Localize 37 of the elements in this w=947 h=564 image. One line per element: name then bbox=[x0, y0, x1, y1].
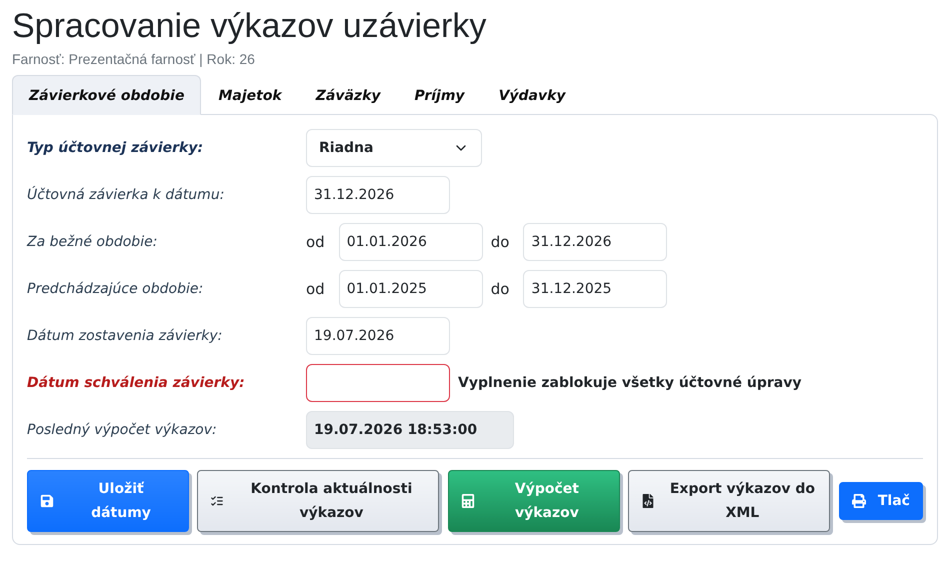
to-label: do bbox=[490, 233, 510, 251]
code-file-icon bbox=[641, 494, 656, 508]
action-button[interactable]: Uložiť dátumy bbox=[27, 470, 189, 532]
readonly-field: 19.07.2026 18:53:00 bbox=[306, 411, 514, 449]
warning-note: Vyplnenie zablokuje všetky účtovné úpravy bbox=[458, 375, 802, 391]
field-label: Posledný výpočet výkazov: bbox=[27, 422, 218, 438]
action-button[interactable]: Kontrola aktuálnosti výkazov bbox=[197, 470, 440, 532]
action-button[interactable]: Tlač bbox=[838, 482, 923, 520]
date-field[interactable] bbox=[306, 364, 450, 402]
field-label: Typ účtovnej závierky: bbox=[27, 140, 204, 156]
action-button[interactable]: Export výkazov do XML bbox=[628, 470, 830, 532]
date-field[interactable]: 19.07.2026 bbox=[306, 317, 450, 355]
field-label: Účtovná závierka k dátumu: bbox=[27, 187, 226, 203]
tab[interactable]: Výdavky bbox=[482, 75, 583, 115]
page-subtitle: Farnosť: Prezentačná farnosť | Rok: 26 bbox=[12, 51, 256, 67]
field-label: Dátum zostavenia závierky: bbox=[27, 328, 224, 344]
tab[interactable]: Majetok bbox=[201, 75, 299, 115]
calculator-icon bbox=[460, 494, 475, 508]
from-label: od bbox=[306, 280, 325, 298]
tab[interactable]: Závierkové obdobie bbox=[12, 75, 202, 115]
tab[interactable]: Záväzky bbox=[298, 75, 398, 115]
type-select[interactable]: Riadna bbox=[306, 129, 482, 167]
date-field[interactable]: 01.01.2025 bbox=[338, 270, 483, 308]
date-field[interactable]: 31.12.2026 bbox=[523, 223, 668, 261]
printer-icon bbox=[852, 494, 866, 508]
field-label: Za bežné obdobie: bbox=[27, 234, 158, 250]
date-field[interactable]: 31.12.2026 bbox=[306, 176, 450, 214]
from-label: od bbox=[306, 233, 325, 251]
field-label: Dátum schválenia závierky: bbox=[27, 375, 246, 391]
checklist-icon bbox=[210, 494, 224, 508]
field-label: Predchádzajúce obdobie: bbox=[27, 281, 204, 297]
date-field[interactable]: 31.12.2025 bbox=[523, 270, 668, 308]
tab[interactable]: Príjmy bbox=[398, 75, 482, 115]
date-field[interactable]: 01.01.2026 bbox=[338, 223, 483, 261]
action-button[interactable]: Výpočet výkazov bbox=[448, 470, 620, 532]
to-label: do bbox=[490, 280, 510, 298]
page-title: Spracovanie výkazov uzávierky bbox=[12, 6, 488, 46]
